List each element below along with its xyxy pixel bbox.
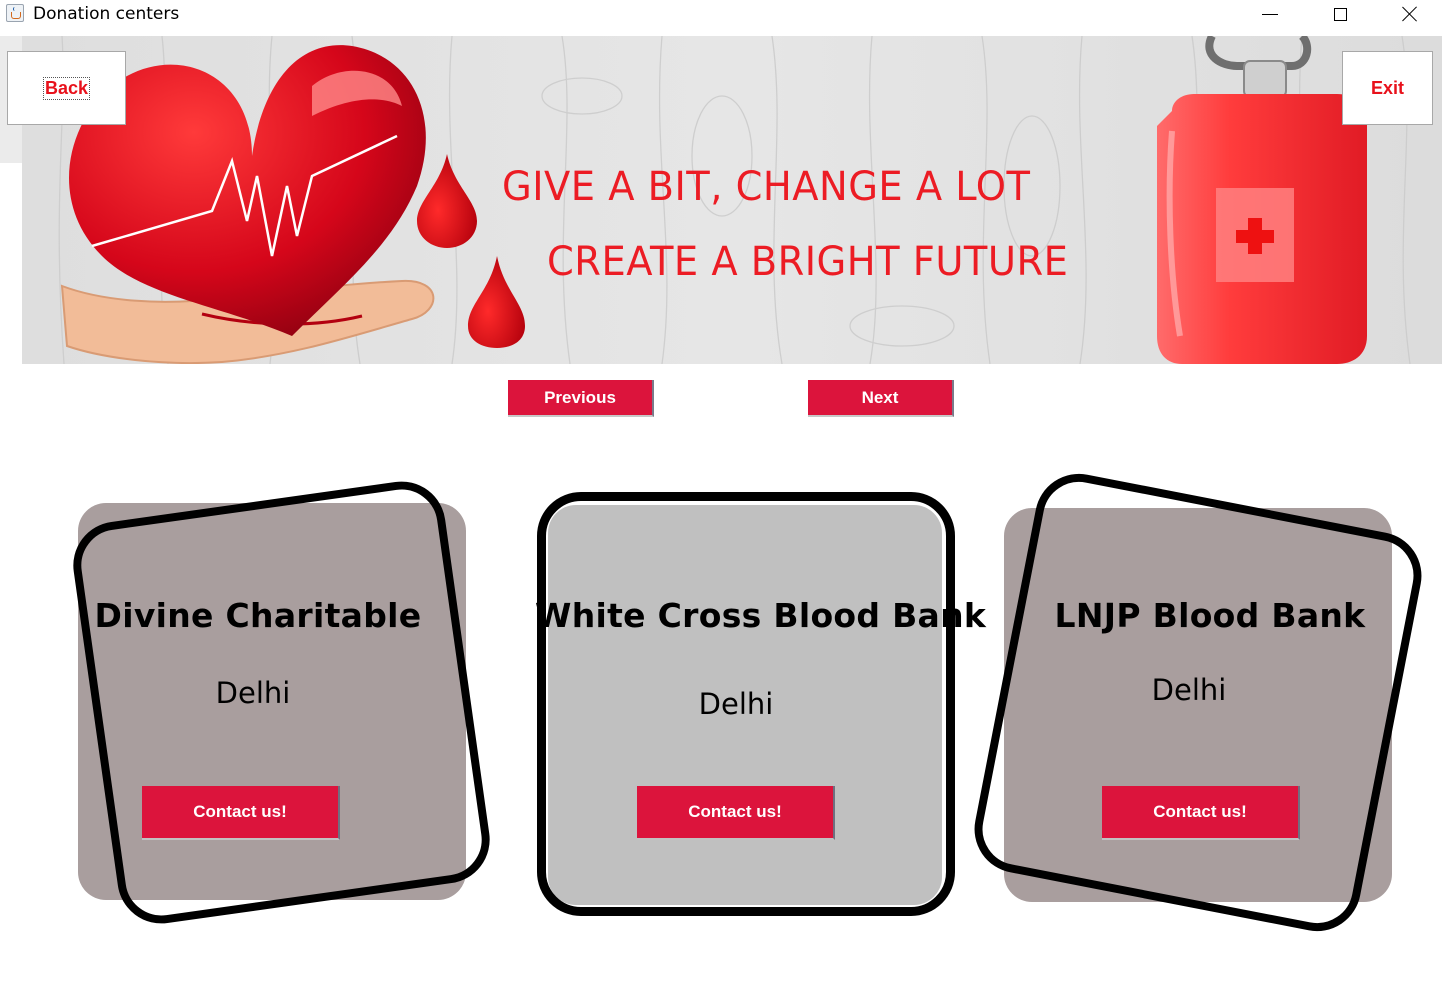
banner-slogan-line-1: GIVE A BIT, CHANGE A LOT [502, 164, 1031, 210]
contact-us-button[interactable]: Contact us! [1102, 786, 1300, 840]
back-button-label: Back [42, 76, 91, 100]
maximize-button[interactable] [1317, 0, 1363, 28]
card-title: LNJP Blood Bank [1054, 596, 1366, 635]
minimize-icon [1262, 13, 1278, 15]
previous-button[interactable]: Previous [508, 380, 654, 417]
card-city: Delhi [1151, 673, 1227, 707]
card-title: White Cross Blood Bank [535, 596, 987, 635]
maximize-icon [1333, 7, 1347, 21]
window-title-bar: Donation centers [0, 0, 1442, 30]
java-app-icon [6, 4, 24, 22]
minimize-button[interactable] [1247, 0, 1293, 28]
next-button[interactable]: Next [808, 380, 954, 417]
contact-us-button[interactable]: Contact us! [142, 786, 340, 840]
banner: GIVE A BIT, CHANGE A LOT CREATE A BRIGHT… [22, 36, 1442, 364]
card-city: Delhi [698, 687, 774, 721]
exit-button[interactable]: Exit [1342, 51, 1433, 125]
exit-button-label: Exit [1370, 77, 1404, 98]
card-city: Delhi [215, 676, 291, 710]
card-title: Divine Charitable [94, 596, 422, 635]
banner-slogan-line-2: CREATE A BRIGHT FUTURE [547, 239, 1069, 285]
contact-us-button[interactable]: Contact us! [637, 786, 835, 840]
back-button[interactable]: Back [7, 51, 126, 125]
close-button[interactable] [1387, 0, 1433, 28]
close-icon [1402, 6, 1418, 22]
window-title: Donation centers [33, 4, 180, 24]
